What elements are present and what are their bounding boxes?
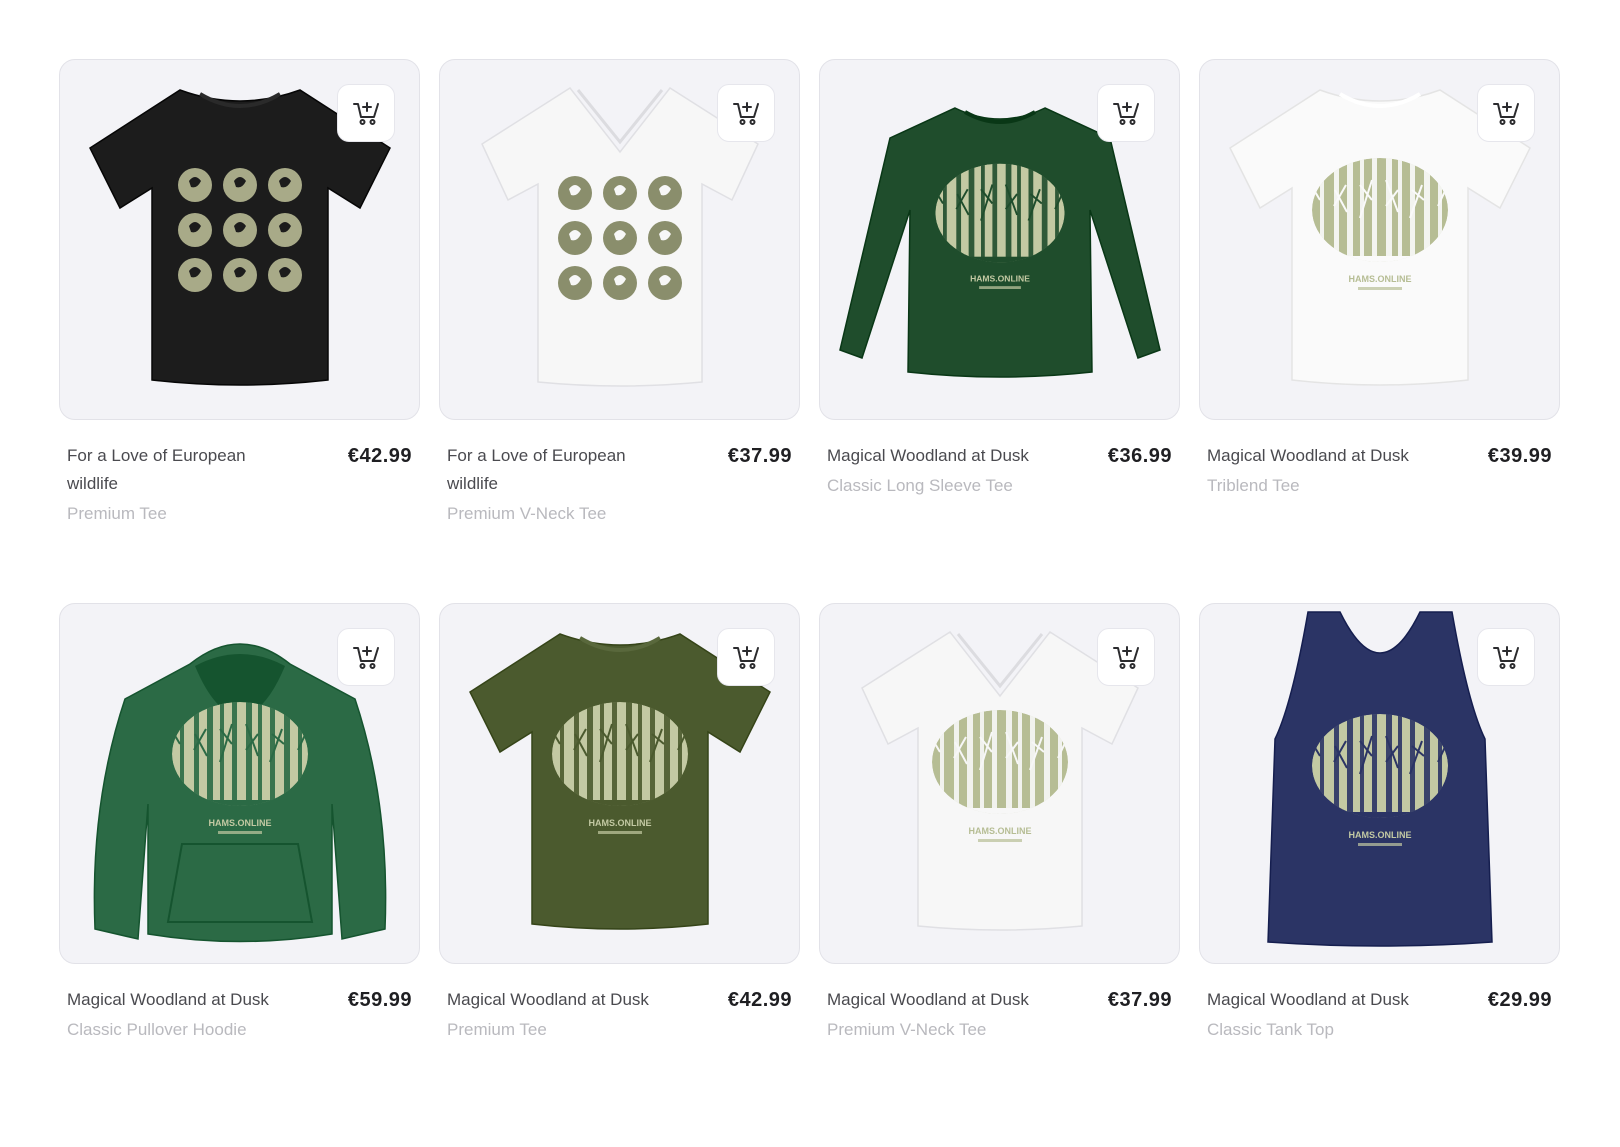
product-card: HAMS.ONLINE Magical Woodland at Dusk Pre… [439,603,800,1147]
add-to-cart-icon [1493,646,1519,669]
product-card: HAMS.ONLINE Magical Woodland at Dusk Tri… [1199,59,1560,603]
product-grid: For a Love of European wildlife Premium … [59,59,1561,1147]
add-to-cart-icon [733,102,759,125]
product-info: Magical Woodland at Dusk Triblend Tee €3… [1199,420,1560,500]
product-info: Magical Woodland at Dusk Classic Tank To… [1199,964,1560,1044]
product-info: Magical Woodland at Dusk Premium V-Neck … [819,964,1180,1044]
product-variant: Premium V-Neck Tee [827,1020,987,1039]
product-card: For a Love of European wildlife Premium … [59,59,420,603]
product-image[interactable] [439,59,800,420]
add-to-cart-button[interactable] [1477,628,1535,686]
add-to-cart-icon [353,102,379,125]
product-image[interactable]: HAMS.ONLINE [59,603,420,964]
product-card: HAMS.ONLINE Magical Woodland at Dusk Cla… [819,59,1180,603]
product-info: For a Love of European wildlife Premium … [439,420,800,528]
product-image[interactable]: HAMS.ONLINE [819,603,1180,964]
product-variant: Premium V-Neck Tee [447,504,607,523]
add-to-cart-icon [1113,646,1139,669]
product-price: €37.99 [727,445,792,467]
product-title[interactable]: Magical Woodland at Dusk [1207,986,1437,1014]
svg-text:HAMS.ONLINE: HAMS.ONLINE [209,818,272,828]
svg-text:HAMS.ONLINE: HAMS.ONLINE [969,826,1032,836]
product-card: For a Love of European wildlife Premium … [439,59,800,603]
add-to-cart-icon [353,646,379,669]
product-image[interactable]: HAMS.ONLINE [439,603,800,964]
add-to-cart-icon [1113,102,1139,125]
product-info: Magical Woodland at Dusk Premium Tee €42… [439,964,800,1044]
add-to-cart-button[interactable] [717,84,775,142]
product-variant: Premium Tee [447,1020,547,1039]
product-card: HAMS.ONLINE Magical Woodland at Dusk Pre… [819,603,1180,1147]
product-price: €37.99 [1107,989,1172,1011]
product-image[interactable] [59,59,420,420]
product-price: €39.99 [1487,445,1552,467]
product-title[interactable]: Magical Woodland at Dusk [1207,442,1437,470]
add-to-cart-icon [733,646,759,669]
product-variant: Classic Pullover Hoodie [67,1020,247,1039]
add-to-cart-button[interactable] [1097,84,1155,142]
product-variant: Classic Tank Top [1207,1020,1334,1039]
product-variant: Premium Tee [67,504,167,523]
product-title[interactable]: Magical Woodland at Dusk [827,442,1057,470]
product-title[interactable]: For a Love of European wildlife [67,442,297,498]
product-price: €29.99 [1487,989,1552,1011]
product-variant: Triblend Tee [1207,476,1300,495]
svg-text:HAMS.ONLINE: HAMS.ONLINE [970,273,1030,283]
product-price: €42.99 [727,989,792,1011]
product-card: HAMS.ONLINE Magical Woodland at Dusk Cla… [59,603,420,1147]
add-to-cart-button[interactable] [337,84,395,142]
product-image[interactable]: HAMS.ONLINE [819,59,1180,420]
product-price: €59.99 [347,989,412,1011]
svg-text:HAMS.ONLINE: HAMS.ONLINE [1349,830,1412,840]
add-to-cart-button[interactable] [717,628,775,686]
product-image[interactable]: HAMS.ONLINE [1199,59,1560,420]
add-to-cart-button[interactable] [1477,84,1535,142]
product-variant: Classic Long Sleeve Tee [827,476,1013,495]
product-price: €42.99 [347,445,412,467]
add-to-cart-icon [1493,102,1519,125]
product-image[interactable]: HAMS.ONLINE [1199,603,1560,964]
product-title[interactable]: For a Love of European wildlife [447,442,677,498]
product-info: For a Love of European wildlife Premium … [59,420,420,528]
product-title[interactable]: Magical Woodland at Dusk [67,986,297,1014]
product-title[interactable]: Magical Woodland at Dusk [827,986,1057,1014]
product-title[interactable]: Magical Woodland at Dusk [447,986,677,1014]
add-to-cart-button[interactable] [337,628,395,686]
add-to-cart-button[interactable] [1097,628,1155,686]
product-price: €36.99 [1107,445,1172,467]
svg-text:HAMS.ONLINE: HAMS.ONLINE [1349,274,1412,284]
product-info: Magical Woodland at Dusk Classic Pullove… [59,964,420,1044]
product-card: HAMS.ONLINE Magical Woodland at Dusk Cla… [1199,603,1560,1147]
svg-text:HAMS.ONLINE: HAMS.ONLINE [589,818,652,828]
product-info: Magical Woodland at Dusk Classic Long Sl… [819,420,1180,500]
